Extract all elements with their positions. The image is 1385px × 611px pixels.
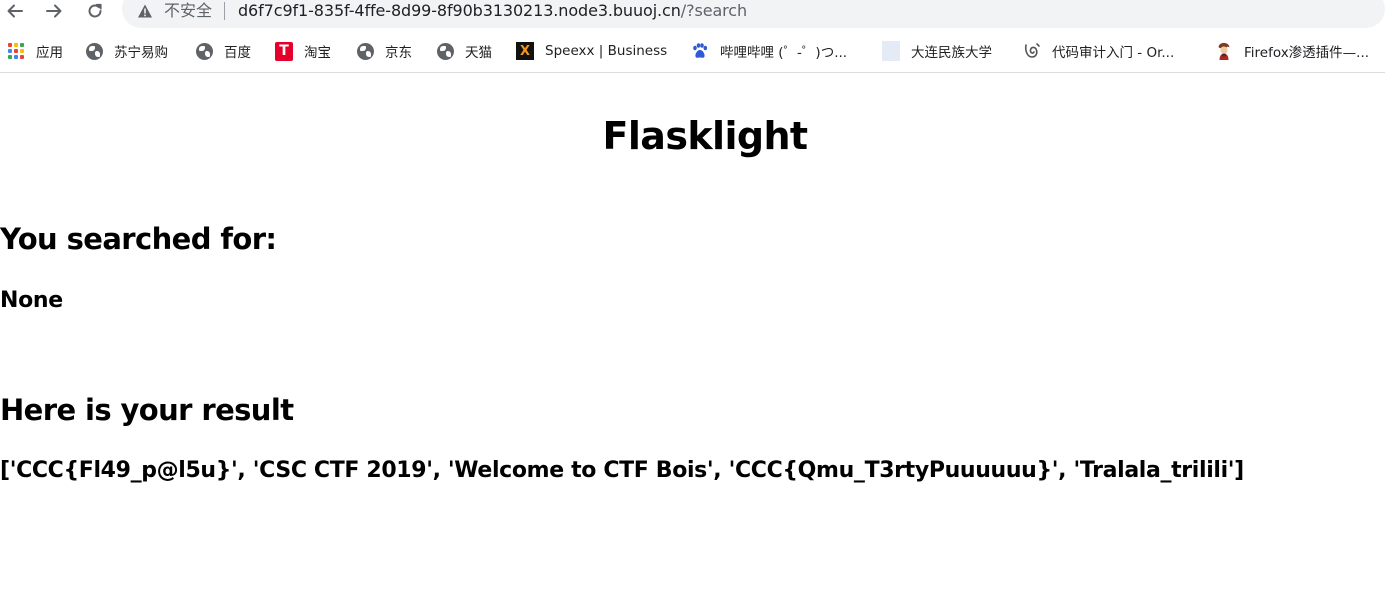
bookmark-label: 百度 — [224, 45, 251, 61]
bookmark-jd[interactable]: 京东 — [356, 40, 412, 62]
bookmark-label: 淘宝 — [304, 45, 331, 61]
security-status-label[interactable]: 不安全 — [164, 0, 212, 22]
back-button[interactable] — [3, 0, 27, 22]
bookmark-label: 应用 — [36, 45, 63, 61]
forward-button[interactable] — [42, 0, 66, 22]
url-path: /?search — [680, 1, 748, 20]
bookmark-tmall[interactable]: 天猫 — [436, 40, 492, 62]
code-audit-icon — [1023, 42, 1041, 60]
bookmark-label: Speexx | Business — [545, 43, 668, 59]
blank-page-icon — [882, 41, 900, 61]
bookmark-apps[interactable]: 应用 — [7, 40, 63, 62]
bookmark-label: 哔哩哔哩 (゜-゜)つ... — [720, 45, 848, 61]
baidu-paw-icon — [691, 42, 709, 60]
page-title: Flasklight — [602, 114, 809, 158]
bookmark-dlnu[interactable]: 大连民族大学 — [882, 40, 992, 62]
arrow-right-icon — [46, 4, 62, 18]
bookmark-baidu[interactable]: 百度 — [195, 40, 251, 62]
browser-toolbar: 不安全 d6f7c9f1-835f-4ffe-8d99-8f90b3130213… — [0, 0, 1385, 30]
bookmark-suning[interactable]: 苏宁易购 — [85, 40, 168, 62]
bookmark-bilibili[interactable]: 哔哩哔哩 (゜-゜)つ... — [691, 40, 847, 62]
result-value: ['CCC{Fl49_p@l5u}', 'CSC CTF 2019', 'Wel… — [0, 458, 1244, 483]
globe-icon — [356, 42, 374, 60]
searched-heading: You searched for: — [0, 222, 277, 256]
address-separator — [224, 2, 225, 20]
bookmark-label: 大连民族大学 — [911, 45, 992, 61]
globe-icon — [85, 42, 103, 60]
bookmark-speexx[interactable]: X Speexx | Business — [516, 40, 667, 62]
firefox-avatar-icon — [1215, 42, 1233, 60]
bookmark-label: 天猫 — [465, 45, 492, 61]
reload-button[interactable] — [83, 0, 107, 22]
speexx-icon: X — [516, 42, 534, 60]
apps-grid-icon — [7, 42, 25, 60]
bookmarks-bar: 应用 苏宁易购 百度 T 淘宝 京东 天猫 X Speexx | Busines… — [0, 30, 1385, 73]
globe-icon — [436, 42, 454, 60]
taobao-icon: T — [275, 41, 293, 61]
bookmark-firefox-plugins[interactable]: Firefox渗透插件—... — [1215, 40, 1369, 62]
url-text[interactable]: d6f7c9f1-835f-4ffe-8d99-8f90b3130213.nod… — [238, 0, 747, 22]
bookmark-label: Firefox渗透插件—... — [1244, 45, 1370, 61]
warning-triangle-icon[interactable] — [137, 3, 153, 19]
url-host: d6f7c9f1-835f-4ffe-8d99-8f90b3130213.nod… — [238, 1, 681, 20]
arrow-left-icon — [7, 4, 23, 18]
searched-value: None — [0, 288, 63, 313]
result-heading: Here is your result — [0, 393, 294, 427]
globe-icon — [195, 42, 213, 60]
bookmark-label: 苏宁易购 — [114, 45, 168, 61]
bookmark-label: 京东 — [385, 45, 412, 61]
bookmark-label: 代码审计入门 - Or... — [1052, 45, 1175, 61]
bookmark-code-audit[interactable]: 代码审计入门 - Or... — [1023, 40, 1174, 62]
reload-icon — [88, 3, 102, 18]
bookmark-taobao[interactable]: T 淘宝 — [275, 40, 331, 62]
